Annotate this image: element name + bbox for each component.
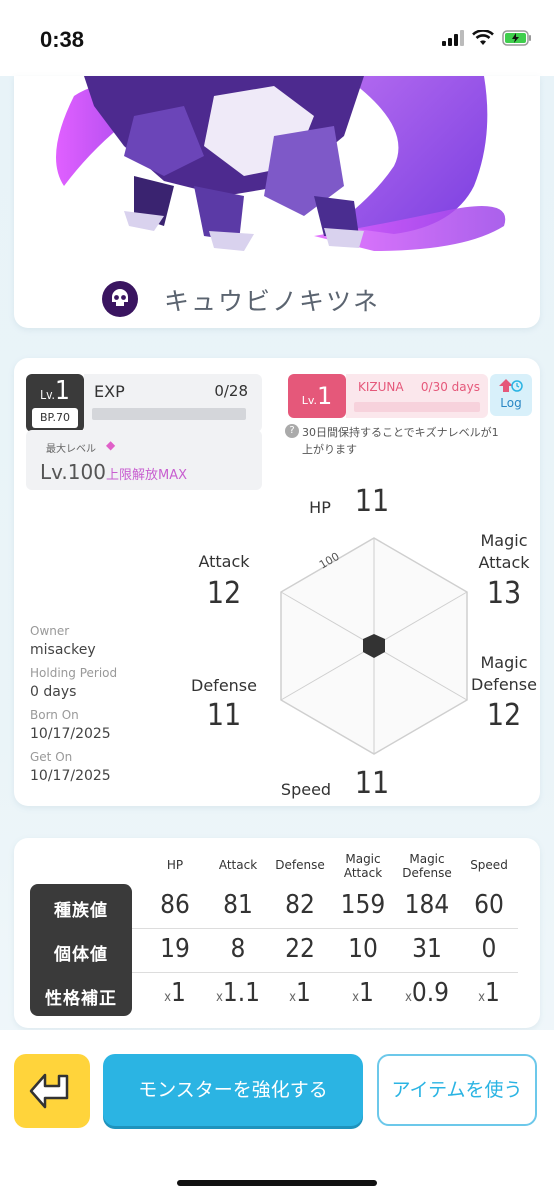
radar-label-speed: Speed xyxy=(280,780,332,799)
exp-label: EXP xyxy=(94,382,125,401)
col-header-magic-defense: Magic Defense xyxy=(402,852,452,880)
row-label-nature: 性格補正 xyxy=(45,989,117,1009)
home-indicator xyxy=(177,1180,377,1186)
iv-magic-attack: 10 xyxy=(348,934,378,964)
exp-panel: EXP 0/28 xyxy=(84,374,262,432)
back-button[interactable] xyxy=(14,1054,90,1128)
radar-value-defense: 11 xyxy=(206,698,242,733)
exp-progress-bar xyxy=(92,408,246,420)
row-divider xyxy=(132,972,518,973)
monster-illustration xyxy=(56,76,506,251)
limit-break-label: 上限解放MAX xyxy=(106,468,188,483)
radar-value-magic-attack: 13 xyxy=(486,576,522,611)
iv-hp: 19 xyxy=(160,934,190,964)
radar-value-hp: 11 xyxy=(354,484,390,519)
back-arrow-icon xyxy=(29,1073,69,1109)
nature-magic-attack: x1 xyxy=(352,978,374,1008)
status-bar: 0:38 xyxy=(0,0,554,76)
born-label: Born On xyxy=(30,708,79,722)
base-defense: 82 xyxy=(285,890,315,920)
stat-table-card: HP Attack Defense Magic Attack Magic Def… xyxy=(14,838,540,1028)
kizuna-level: Lv.1 xyxy=(288,374,346,418)
get-value: 10/17/2025 xyxy=(30,768,111,784)
owner-value: misackey xyxy=(30,642,96,658)
stats-card: Lv.1 BP.70 EXP 0/28 最大レベル ◆ Lv.100 上限解放M… xyxy=(14,358,540,806)
iv-speed: 0 xyxy=(481,934,497,964)
log-icon xyxy=(499,379,523,392)
gem-icon: ◆ xyxy=(106,438,116,452)
kizuna-label: KIZUNA xyxy=(358,380,404,394)
radar-label-attack: Attack xyxy=(198,552,250,571)
base-speed: 60 xyxy=(474,890,504,920)
use-item-button[interactable]: アイテムを使う xyxy=(377,1054,537,1126)
max-level-panel: 最大レベル ◆ Lv.100 上限解放MAX xyxy=(26,430,262,490)
col-header-speed: Speed xyxy=(470,858,508,872)
iv-attack: 8 xyxy=(230,934,246,964)
enhance-monster-button[interactable]: モンスターを強化する xyxy=(103,1054,363,1126)
nature-magic-defense: x0.9 xyxy=(404,978,450,1008)
radar-value-magic-defense: 12 xyxy=(486,698,522,733)
status-time: 0:38 xyxy=(40,27,85,52)
col-header-attack: Attack xyxy=(218,858,258,872)
radar-value-attack: 12 xyxy=(206,576,242,611)
help-icon[interactable]: ? xyxy=(285,424,299,438)
radar-label-magic-attack: Magic Attack xyxy=(478,531,530,572)
max-level-label: 最大レベル xyxy=(46,444,96,455)
iv-magic-defense: 31 xyxy=(412,934,442,964)
signal-icon xyxy=(442,30,464,46)
nature-defense: x1 xyxy=(289,978,311,1008)
get-label: Get On xyxy=(30,750,73,764)
col-header-magic-attack: Magic Attack xyxy=(343,852,383,880)
battery-icon xyxy=(502,30,531,46)
base-attack: 81 xyxy=(223,890,253,920)
row-label-iv: 個体値 xyxy=(54,945,108,965)
nature-speed: x1 xyxy=(478,978,500,1008)
kizuna-panel: KIZUNA 0/30 days xyxy=(346,374,488,418)
max-level-value: Lv.100 xyxy=(40,460,106,484)
level-badge: Lv.1 BP.70 xyxy=(26,374,84,432)
wifi-icon xyxy=(472,30,494,45)
level-display: Lv.1 xyxy=(40,376,70,406)
skull-icon xyxy=(102,281,138,317)
col-header-hp: HP xyxy=(166,858,184,872)
exp-value: 0/28 xyxy=(214,382,248,400)
kizuna-value: 0/30 days xyxy=(420,380,480,394)
nature-hp: x1 xyxy=(164,978,186,1008)
radar-label-hp: HP xyxy=(309,498,331,517)
born-value: 10/17/2025 xyxy=(30,726,111,742)
bp-label: BP.70 xyxy=(32,408,78,428)
status-icons xyxy=(442,30,532,46)
bottom-action-bar: モンスターを強化する アイテムを使う xyxy=(0,1030,554,1200)
radar-chart: 100 xyxy=(280,537,468,755)
radar-label-magic-defense: Magic Defense xyxy=(471,653,537,694)
log-button[interactable]: Log xyxy=(490,374,532,416)
monster-card: キュウビノキツネ xyxy=(14,76,540,328)
profile: Owner misackey Holding Period 0 days Bor… xyxy=(30,624,190,784)
col-header-defense: Defense xyxy=(275,858,325,872)
row-label-base: 種族値 xyxy=(54,901,108,921)
log-label: Log xyxy=(500,396,522,410)
iv-defense: 22 xyxy=(285,934,315,964)
monster-name: キュウビノキツネ xyxy=(164,287,381,316)
kizuna-progress-bar xyxy=(354,402,480,412)
holding-value: 0 days xyxy=(30,684,77,700)
holding-label: Holding Period xyxy=(30,666,118,680)
nature-attack: x1.1 xyxy=(215,978,261,1008)
owner-label: Owner xyxy=(30,624,70,638)
kizuna-note: 30日間保持することでキズナレベルが1上がります xyxy=(302,426,499,456)
base-hp: 86 xyxy=(160,890,190,920)
row-divider xyxy=(132,928,518,929)
radar-value-speed: 11 xyxy=(354,766,390,801)
base-magic-defense: 184 xyxy=(404,890,450,920)
radar-label-defense: Defense xyxy=(191,676,257,695)
base-magic-attack: 159 xyxy=(340,890,386,920)
